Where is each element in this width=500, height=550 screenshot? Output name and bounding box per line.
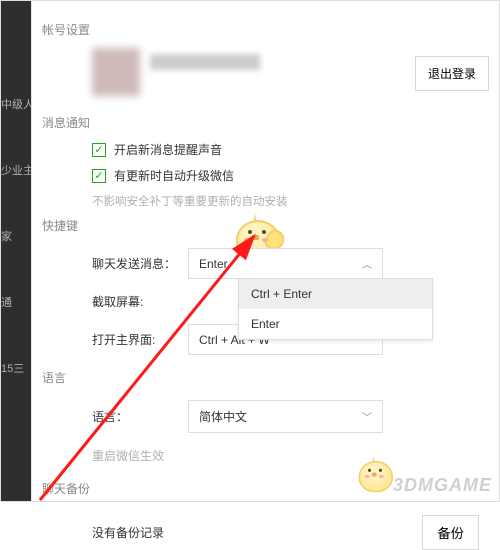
watermark: 3DMGAME bbox=[393, 475, 492, 496]
chevron-up-icon: ︿ bbox=[362, 256, 372, 271]
backup-button[interactable]: 备份 bbox=[422, 515, 479, 550]
capture-label: 截取屏幕: bbox=[92, 293, 188, 310]
logout-button[interactable]: 退出登录 bbox=[415, 56, 489, 91]
settings-panel: 帐号设置 退出登录 消息通知 ✓ 开启新消息提醒声音 ✓ 有更新时自动升级微信 … bbox=[31, 1, 499, 501]
checkbox-autoupdate[interactable]: ✓ bbox=[92, 169, 106, 183]
left-sidebar: 中级人 少业主 家 通 15三 bbox=[1, 1, 31, 501]
sidebar-item[interactable]: 15三 bbox=[1, 360, 31, 376]
checkbox-autoupdate-label: 有更新时自动升级微信 bbox=[114, 167, 234, 184]
checkbox-sound[interactable]: ✓ bbox=[92, 143, 106, 157]
sidebar-item[interactable]: 家 bbox=[1, 228, 31, 244]
language-value: 简体中文 bbox=[199, 408, 247, 425]
send-msg-select[interactable]: Enter ︿ bbox=[188, 248, 383, 279]
update-hint: 不影响安全补丁等重要更新的自动安装 bbox=[92, 193, 489, 209]
language-label: 语言： bbox=[92, 408, 188, 425]
language-note: 重启微信生效 bbox=[92, 447, 489, 464]
section-account: 帐号设置 bbox=[42, 21, 489, 38]
username-blurred bbox=[150, 54, 260, 70]
section-notify: 消息通知 bbox=[42, 114, 489, 131]
send-msg-value: Enter bbox=[199, 257, 228, 271]
sidebar-item[interactable]: 中级人 bbox=[1, 96, 31, 112]
language-select[interactable]: 简体中文 ﹀ bbox=[188, 400, 383, 433]
section-language: 语言 bbox=[42, 369, 489, 386]
send-msg-dropdown: Ctrl + Enter Enter bbox=[238, 278, 433, 340]
open-main-label: 打开主界面: bbox=[92, 331, 188, 348]
dropdown-option-enter[interactable]: Enter bbox=[239, 309, 432, 339]
sidebar-item[interactable]: 通 bbox=[1, 294, 31, 310]
sidebar-item[interactable]: 少业主 bbox=[1, 162, 31, 178]
avatar bbox=[92, 48, 140, 96]
send-msg-label: 聊天发送消息： bbox=[92, 255, 188, 272]
backup-empty: 没有备份记录 bbox=[92, 524, 164, 541]
checkbox-sound-label: 开启新消息提醒声音 bbox=[114, 141, 222, 158]
dropdown-option-ctrl-enter[interactable]: Ctrl + Enter bbox=[239, 279, 432, 309]
chevron-down-icon: ﹀ bbox=[362, 409, 372, 424]
